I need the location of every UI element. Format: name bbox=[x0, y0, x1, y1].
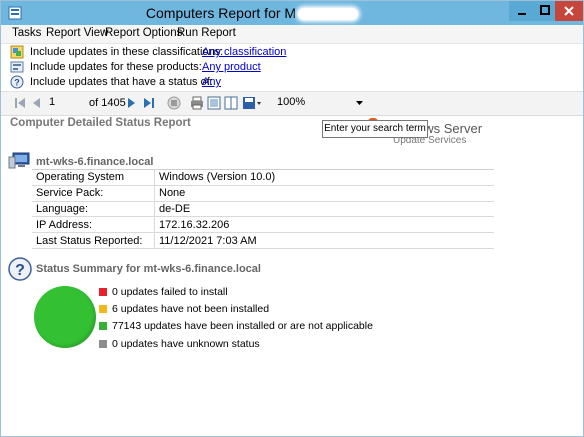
legend-swatch-not-installed bbox=[99, 305, 107, 313]
table-row: Operating System Windows (Version 10.0) bbox=[32, 169, 494, 186]
report-toolbar: 1 of 1405 100% bbox=[1, 91, 583, 116]
previous-page-icon[interactable] bbox=[32, 98, 40, 108]
filter-status-label: Include updates that have a status of: bbox=[30, 76, 213, 88]
next-page-icon[interactable] bbox=[128, 98, 136, 108]
status-summary-heading: Status Summary for mt-wks-6.finance.loca… bbox=[36, 263, 261, 275]
legend-failed-text: 0 updates failed to install bbox=[112, 286, 228, 298]
zoom-select[interactable]: 100% bbox=[277, 95, 367, 110]
detail-key: Language: bbox=[32, 201, 155, 218]
search-tooltip: Enter your search term bbox=[322, 120, 428, 138]
detail-key: IP Address: bbox=[32, 216, 155, 234]
filter-classifications-label: Include updates in these classifications… bbox=[30, 46, 224, 58]
menu-report-view[interactable]: Report View bbox=[46, 27, 108, 39]
first-page-icon[interactable] bbox=[15, 98, 25, 108]
detail-key: Operating System bbox=[32, 169, 155, 186]
print-layout-icon[interactable] bbox=[207, 96, 221, 110]
legend-unknown-text: 0 updates have unknown status bbox=[112, 338, 260, 350]
close-icon bbox=[564, 6, 574, 16]
filter-products-link[interactable]: Any product bbox=[202, 61, 261, 73]
svg-text:?: ? bbox=[14, 78, 20, 88]
close-button[interactable] bbox=[555, 1, 583, 21]
table-row: Language: de-DE bbox=[32, 201, 494, 218]
legend-swatch-unknown bbox=[99, 340, 107, 348]
legend-installed-text: 77143 updates have been installed or are… bbox=[112, 320, 373, 332]
report-title: Computer Detailed Status Report bbox=[10, 117, 191, 129]
menu-report-options[interactable]: Report Options bbox=[105, 27, 182, 39]
page-number-input[interactable]: 1 bbox=[49, 95, 79, 110]
page-count: of 1405 bbox=[89, 97, 126, 109]
menu-tasks[interactable]: Tasks bbox=[12, 27, 41, 39]
detail-key: Last Status Reported: bbox=[32, 232, 155, 249]
redaction-mark bbox=[298, 8, 359, 21]
legend-not-installed-text: 6 updates have not been installed bbox=[112, 303, 270, 315]
page-setup-icon[interactable] bbox=[224, 96, 238, 110]
window-title: Computers Report for M bbox=[1, 5, 503, 21]
detail-value: de-DE bbox=[154, 201, 494, 218]
filter-classifications-link[interactable]: Any classification bbox=[202, 46, 286, 58]
stop-icon[interactable] bbox=[167, 96, 181, 110]
detail-value: Windows (Version 10.0) bbox=[154, 169, 494, 186]
zoom-dropdown-icon[interactable] bbox=[356, 101, 363, 106]
svg-text:?: ? bbox=[15, 262, 25, 279]
status-pie-chart bbox=[34, 286, 96, 348]
detail-key: Service Pack: bbox=[32, 185, 155, 202]
menu-run-report[interactable]: Run Report bbox=[177, 27, 236, 39]
filter-products-label: Include updates for these products: bbox=[30, 61, 202, 73]
table-row: Service Pack: None bbox=[32, 185, 494, 202]
legend-swatch-installed bbox=[99, 322, 107, 330]
menu-bar: Tasks Report View Report Options Run Rep… bbox=[1, 25, 583, 44]
help-icon: ? bbox=[10, 75, 24, 89]
classification-icon bbox=[10, 45, 24, 59]
table-row: Last Status Reported: 11/12/2021 7:03 AM bbox=[32, 232, 494, 249]
computer-name-heading: mt-wks-6.finance.local bbox=[36, 156, 154, 168]
detail-value: 172.16.32.206 bbox=[154, 216, 494, 234]
export-icon[interactable] bbox=[242, 96, 262, 110]
detail-value: None bbox=[154, 185, 494, 202]
filter-status-link[interactable]: Any bbox=[202, 76, 221, 88]
detail-value: 11/12/2021 7:03 AM bbox=[154, 232, 494, 249]
legend-swatch-failed bbox=[99, 288, 107, 296]
print-icon[interactable] bbox=[190, 96, 204, 110]
computer-details-table: Operating System Windows (Version 10.0) … bbox=[32, 169, 494, 249]
zoom-value: 100% bbox=[277, 96, 306, 108]
window-title-text: Computers Report for M bbox=[145, 5, 297, 21]
last-page-icon[interactable] bbox=[144, 98, 154, 108]
title-bar[interactable]: Computers Report for M bbox=[1, 1, 583, 25]
computer-icon bbox=[8, 152, 30, 169]
help-icon: ? bbox=[8, 257, 32, 281]
report-window: Computers Report for M Tasks Report View… bbox=[0, 0, 584, 437]
table-row: IP Address: 172.16.32.206 bbox=[32, 216, 494, 234]
product-icon bbox=[10, 61, 24, 73]
